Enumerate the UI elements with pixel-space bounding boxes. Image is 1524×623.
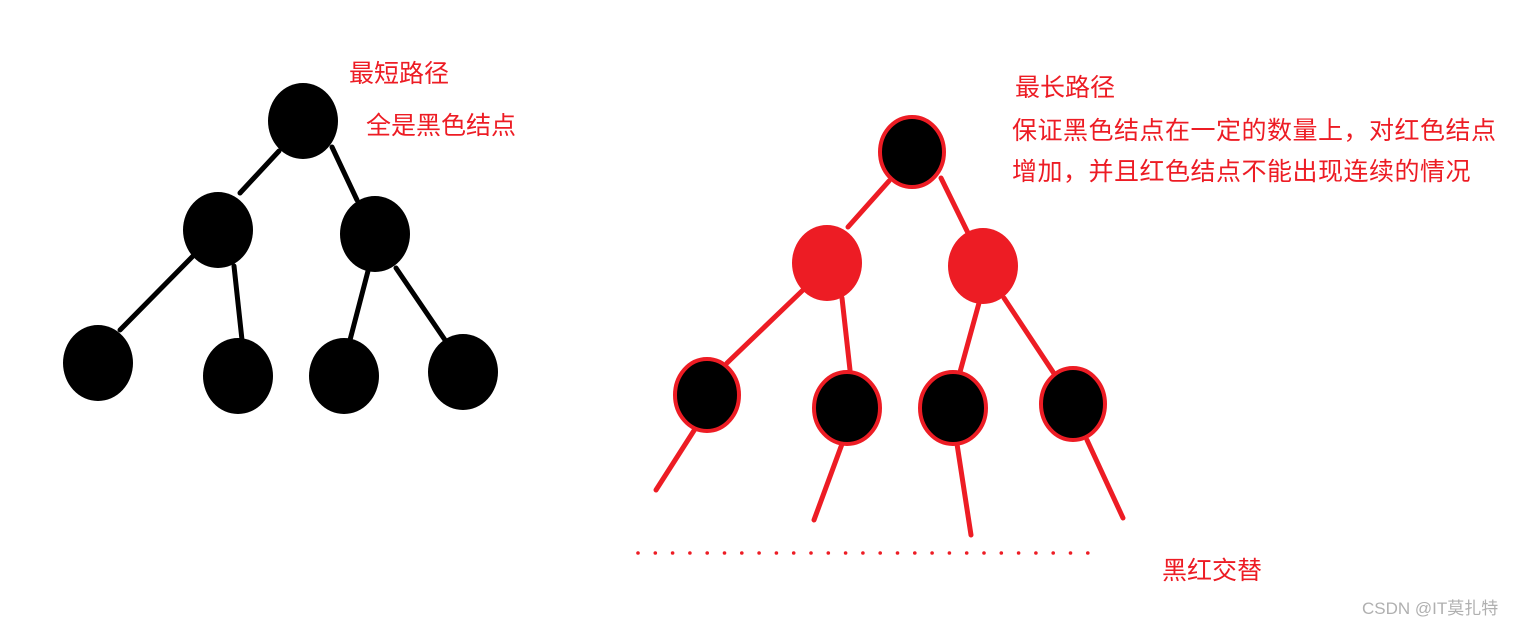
right-edge-stub [1084, 437, 1126, 521]
continuation-dot [670, 551, 675, 555]
continuation-dot [861, 551, 865, 555]
continuation-dot [964, 551, 969, 555]
shortest-path-title: 最短路径 [349, 59, 450, 88]
left-edge [347, 268, 371, 343]
continuation-dot [774, 551, 779, 555]
right-edge [724, 287, 806, 366]
right-edge [957, 300, 982, 375]
continuation-dot [826, 551, 831, 555]
left-tree-node-black [309, 338, 379, 414]
continuation-dot [757, 551, 761, 555]
right-tree-node-black [812, 370, 882, 446]
right-edge-stub [954, 441, 974, 538]
continuation-dot [1051, 551, 1055, 555]
right-tree-node-red [792, 225, 862, 301]
right-tree-edges [653, 175, 1126, 538]
left-edge [231, 263, 245, 343]
watermark: CSDN @IT莫扎特 [1362, 599, 1499, 618]
continuation-dot [688, 551, 692, 555]
left-tree-node-black [183, 192, 253, 268]
continuation-dot [1034, 551, 1038, 555]
continuation-dot [930, 551, 934, 555]
continuation-dot [878, 551, 882, 555]
continuation-dot [999, 551, 1004, 555]
left-edge [329, 144, 360, 203]
continuation-dot [636, 551, 640, 555]
continuation-dot [809, 551, 813, 555]
longest-path-title: 最长路径 [1015, 73, 1116, 102]
right-edge-stub [653, 426, 698, 493]
continuation-dot [722, 551, 727, 555]
right-tree-node-black [918, 370, 988, 446]
continuation-dot [1016, 551, 1021, 555]
continuation-dot [653, 551, 658, 555]
continuation-dot [705, 551, 709, 555]
continuation-dot [740, 551, 744, 555]
continuation-dot [913, 551, 917, 555]
right-edge-stub [811, 441, 845, 523]
right-edge [938, 175, 971, 236]
continuation-dot [791, 551, 796, 555]
continuation-dot [982, 551, 986, 555]
right-tree-node-red [948, 228, 1018, 304]
continuation-dot [947, 551, 952, 555]
shortest-path-subtitle: 全是黑色结点 [366, 111, 517, 140]
right-edge [839, 295, 853, 373]
continuation-dot [1068, 551, 1073, 555]
right-edge [1001, 295, 1060, 381]
left-tree-node-black [340, 196, 410, 272]
left-tree-node-black [428, 334, 498, 410]
continuation-dot [895, 551, 900, 555]
left-tree-node-black [63, 325, 133, 401]
right-edge [845, 178, 892, 230]
left-edge [237, 148, 282, 196]
diagram-canvas [63, 83, 1126, 555]
right-tree-node-black [1039, 366, 1107, 442]
continuation-dot [1086, 551, 1090, 555]
continuation-dots [636, 551, 1090, 555]
right-tree-node-black [673, 357, 741, 433]
left-tree-node-black [268, 83, 338, 159]
longest-path-description: 保证黑色结点在一定的数量上，对红色结点增加，并且红色结点不能出现连续的情况 [1012, 116, 1497, 186]
alternating-label: 黑红交替 [1162, 556, 1263, 585]
left-tree-node-black [203, 338, 273, 414]
continuation-dot [843, 551, 848, 555]
right-tree-node-black [878, 115, 946, 189]
left-edge [117, 253, 196, 333]
left-edge [393, 265, 448, 343]
